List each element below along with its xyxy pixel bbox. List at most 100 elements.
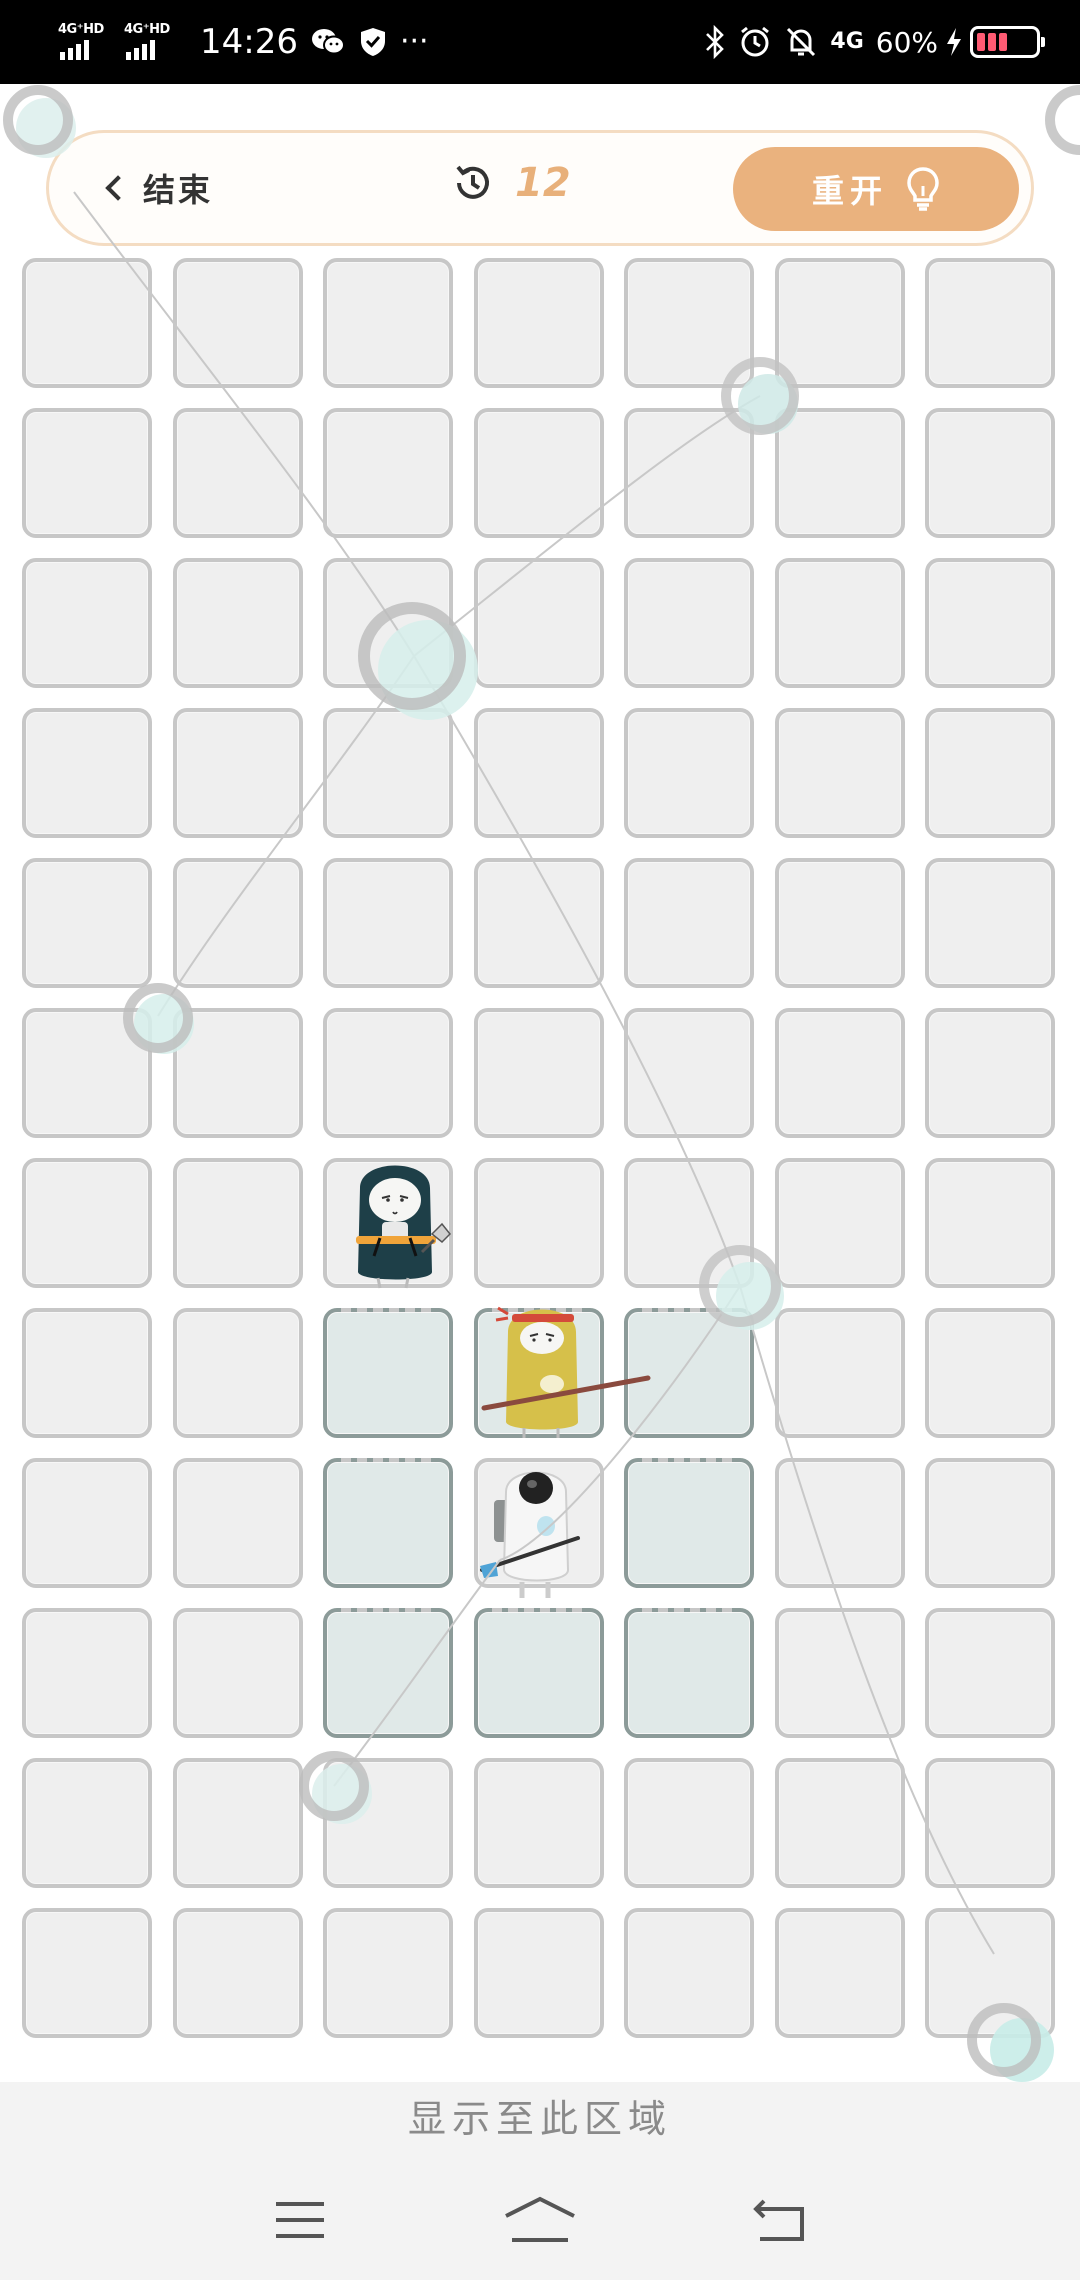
network-type: 4G	[830, 29, 864, 54]
board-cell[interactable]	[323, 408, 453, 538]
board-cell[interactable]	[473, 1758, 604, 1888]
board-cell[interactable]	[774, 558, 905, 688]
menu-button[interactable]	[260, 2190, 340, 2250]
monk-character[interactable]	[478, 1298, 651, 1448]
wechat-icon	[311, 29, 345, 55]
board-cell[interactable]	[925, 408, 1055, 538]
board-cell[interactable]	[925, 708, 1055, 838]
board-cell[interactable]	[172, 558, 303, 688]
board-cell[interactable]	[774, 1458, 905, 1588]
board-cell[interactable]	[473, 858, 604, 988]
battery-icon	[970, 26, 1045, 58]
board-cell[interactable]	[624, 1608, 754, 1738]
board-cell[interactable]	[624, 408, 754, 538]
board-cell[interactable]	[323, 858, 453, 988]
board-cell[interactable]	[925, 1158, 1055, 1288]
board-cell[interactable]	[925, 1008, 1055, 1138]
board-cell[interactable]	[624, 1158, 754, 1288]
board-cell[interactable]	[925, 258, 1055, 388]
board-cell[interactable]	[22, 1608, 152, 1738]
board-cell[interactable]	[473, 558, 604, 688]
board-cell[interactable]	[774, 258, 905, 388]
board-cell[interactable]	[172, 1008, 303, 1138]
board-cell[interactable]	[774, 1908, 905, 2038]
board-cell[interactable]	[22, 558, 152, 688]
more-icon: ···	[399, 24, 429, 59]
board-cell[interactable]	[473, 258, 604, 388]
board-cell[interactable]	[323, 1308, 453, 1438]
board-cell[interactable]	[22, 1458, 152, 1588]
end-button-label: 结束	[143, 171, 214, 209]
restart-button[interactable]: 重开	[733, 147, 1019, 231]
board-cell[interactable]	[925, 1608, 1055, 1738]
ninja-character[interactable]	[338, 1148, 458, 1298]
bluetooth-icon	[706, 25, 725, 59]
board-cell[interactable]	[473, 1608, 604, 1738]
board-cell[interactable]	[172, 1908, 303, 2038]
board-cell[interactable]	[624, 558, 754, 688]
board-cell[interactable]	[473, 708, 604, 838]
board-cell[interactable]	[624, 708, 754, 838]
board-cell[interactable]	[473, 1158, 604, 1288]
board-cell[interactable]	[925, 1908, 1055, 2038]
board-cell[interactable]	[172, 1608, 303, 1738]
board-cell[interactable]	[323, 708, 453, 838]
board-cell[interactable]	[172, 1758, 303, 1888]
board-cell[interactable]	[774, 408, 905, 538]
board-cell[interactable]	[172, 708, 303, 838]
board-cell[interactable]	[323, 1758, 453, 1888]
board-cell[interactable]	[774, 708, 905, 838]
board-cell[interactable]	[22, 1308, 152, 1438]
board-cell[interactable]	[925, 1758, 1055, 1888]
board-cell[interactable]	[323, 258, 453, 388]
board-cell[interactable]	[624, 1758, 754, 1888]
board-cell[interactable]	[323, 1008, 453, 1138]
board-cell[interactable]	[22, 708, 152, 838]
board-cell[interactable]	[774, 1008, 905, 1138]
board-cell[interactable]	[925, 858, 1055, 988]
astronaut-character[interactable]	[478, 1458, 598, 1608]
board-cell[interactable]	[22, 1758, 152, 1888]
board-cell[interactable]	[624, 1308, 754, 1438]
board-cell[interactable]	[624, 1008, 754, 1138]
board-cell[interactable]	[172, 858, 303, 988]
board-cell[interactable]	[22, 1158, 152, 1288]
board-cell[interactable]	[624, 1908, 754, 2038]
board-cell[interactable]	[473, 1908, 604, 2038]
board-cell[interactable]	[22, 1008, 152, 1138]
board-cell[interactable]	[172, 408, 303, 538]
board-cell[interactable]	[774, 1158, 905, 1288]
board-cell[interactable]	[473, 1008, 604, 1138]
board-cell[interactable]	[323, 1908, 453, 2038]
board-cell[interactable]	[172, 1308, 303, 1438]
board-cell[interactable]	[323, 558, 453, 688]
move-count: 12	[515, 160, 571, 206]
board-cell[interactable]	[22, 1908, 152, 2038]
home-icon	[505, 2196, 575, 2242]
board-cell[interactable]	[624, 1458, 754, 1588]
board-cell[interactable]	[925, 1308, 1055, 1438]
back-button[interactable]	[740, 2190, 820, 2250]
board-cell[interactable]	[624, 858, 754, 988]
board-cell[interactable]	[22, 258, 152, 388]
board-cell[interactable]	[172, 1458, 303, 1588]
board-cell[interactable]	[925, 558, 1055, 688]
board-cell[interactable]	[624, 258, 754, 388]
board-cell[interactable]	[22, 408, 152, 538]
board-cell[interactable]	[774, 1308, 905, 1438]
back-icon	[753, 2199, 804, 2241]
battery-percent: 60%	[875, 25, 938, 59]
board-cell[interactable]	[22, 858, 152, 988]
board-cell[interactable]	[473, 408, 604, 538]
board-cell[interactable]	[172, 258, 303, 388]
board-cell[interactable]	[323, 1458, 453, 1588]
board-cell[interactable]	[774, 1758, 905, 1888]
home-button[interactable]	[500, 2190, 580, 2250]
board-cell[interactable]	[925, 1458, 1055, 1588]
signal-icon: 4G⁺HD	[58, 22, 112, 62]
board-cell[interactable]	[774, 858, 905, 988]
board-cell[interactable]	[172, 1158, 303, 1288]
board-cell[interactable]	[323, 1608, 453, 1738]
board-cell[interactable]	[774, 1608, 905, 1738]
end-button[interactable]: 结束	[105, 165, 214, 211]
